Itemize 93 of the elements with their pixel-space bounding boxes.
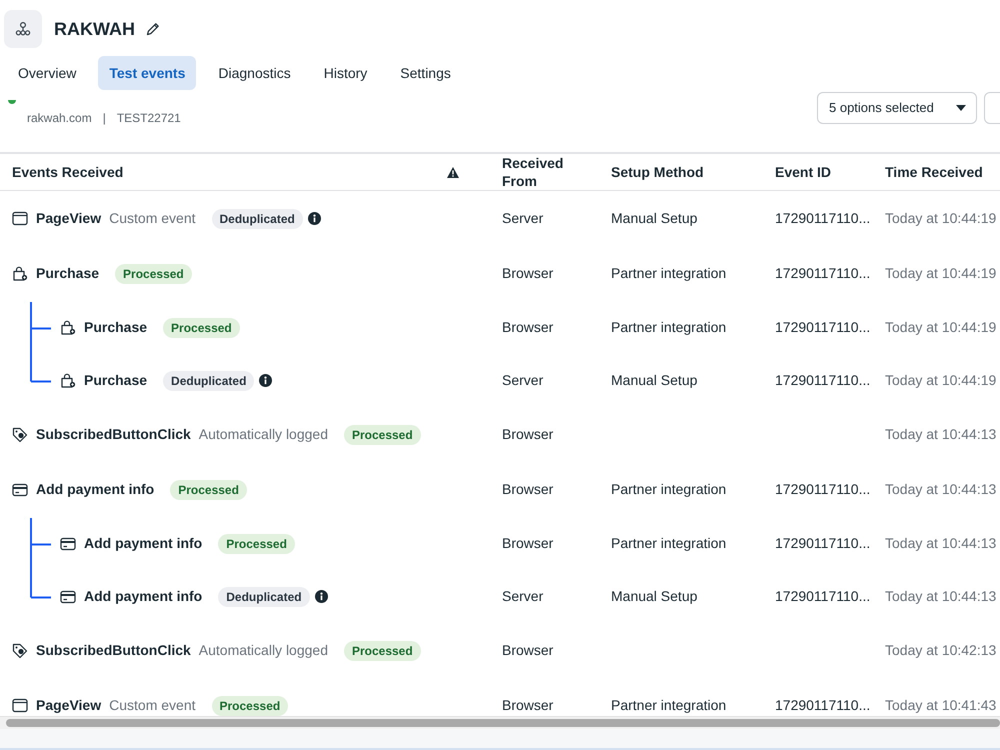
info-icon xyxy=(308,212,321,225)
event-name: Add payment info xyxy=(36,480,154,499)
status-badge: Processed xyxy=(212,696,288,716)
status-badge: Processed xyxy=(218,534,295,554)
table-cell: 17290117110... xyxy=(775,372,870,388)
status-badge: Deduplicated xyxy=(218,586,310,606)
column-header: Events Received xyxy=(12,163,124,181)
credit-card-icon xyxy=(12,482,28,498)
table-cell: Server xyxy=(502,210,544,226)
event-name: SubscribedButtonClick xyxy=(36,425,191,444)
status-badge: Processed xyxy=(344,640,421,660)
test-code: TEST22721 xyxy=(116,110,181,126)
shopping-bag-icon xyxy=(12,266,28,282)
event-name: Add payment info xyxy=(84,534,202,553)
status-badge: Deduplicated xyxy=(163,370,254,390)
scrollbar-thumb[interactable] xyxy=(6,719,1000,727)
status-badge: Processed xyxy=(115,264,192,284)
table-cell: Browser xyxy=(502,318,554,334)
event-name: Add payment info xyxy=(84,587,202,606)
table-cell: Browser xyxy=(502,426,554,442)
event-name: Purchase xyxy=(84,318,148,337)
event-name: Purchase xyxy=(36,264,100,283)
table-cell: Partner integration xyxy=(611,264,726,280)
table-cell: Today at 10:44:13 xyxy=(885,480,996,496)
network-icon xyxy=(4,10,42,48)
table-cell: Browser xyxy=(502,264,554,280)
event-type-label: Automatically logged xyxy=(198,641,328,660)
tag-icon xyxy=(12,642,28,658)
table-cell: Partner integration xyxy=(611,696,726,712)
table-cell: Browser xyxy=(502,696,554,712)
table-cell: Today at 10:44:13 xyxy=(885,534,996,550)
table-cell: 17290117110... xyxy=(775,534,870,550)
event-type-label: Custom event xyxy=(109,209,196,228)
table-cell: Partner integration xyxy=(611,480,726,496)
table-cell: Browser xyxy=(502,642,554,658)
table-cell: Partner integration xyxy=(611,534,726,550)
table-cell: Manual Setup xyxy=(611,372,698,388)
table-cell: Today at 10:44:19 xyxy=(885,264,996,280)
table-cell: Today at 10:44:19 xyxy=(885,372,996,388)
table-cell: 17290117110... xyxy=(775,318,870,334)
column-header: Event ID xyxy=(775,163,832,181)
browser-window-icon xyxy=(12,698,28,714)
table-cell: Today at 10:44:19 xyxy=(885,318,996,334)
event-name: PageView xyxy=(36,696,102,715)
separator-text: | xyxy=(102,110,106,126)
status-badge: Deduplicated xyxy=(212,208,303,228)
table-cell: Browser xyxy=(502,534,554,550)
info-icon xyxy=(259,374,272,387)
shopping-bag-icon xyxy=(60,320,76,336)
column-header: Received From xyxy=(502,154,564,190)
filter-dropdown[interactable]: 5 options selected xyxy=(817,92,977,124)
event-type-label: Custom event xyxy=(109,696,196,715)
event-name: PageView xyxy=(36,209,102,228)
event-name: SubscribedButtonClick xyxy=(36,641,191,660)
tab[interactable]: Overview xyxy=(7,56,88,90)
tab[interactable]: Settings xyxy=(389,56,462,90)
table-cell: Today at 10:41:43 xyxy=(885,696,996,712)
status-badge: Processed xyxy=(344,424,421,444)
table-cell: Server xyxy=(502,588,544,604)
site-domain: rakwah.com xyxy=(27,110,92,126)
table-cell: Today at 10:44:13 xyxy=(885,588,996,604)
table-cell: Today at 10:44:19 xyxy=(885,210,996,226)
column-header: Setup Method xyxy=(611,163,704,181)
shopping-bag-icon xyxy=(60,372,76,388)
info-icon xyxy=(314,590,328,603)
tag-icon xyxy=(12,426,28,442)
page-title: RAKWAH xyxy=(54,20,135,38)
table-cell: Partner integration xyxy=(611,318,726,334)
tab[interactable]: History xyxy=(312,56,378,90)
credit-card-icon xyxy=(60,536,76,552)
table-cell: 17290117110... xyxy=(775,588,870,604)
table-cell: 17290117110... xyxy=(775,696,870,712)
event-type-label: Automatically logged xyxy=(198,425,328,444)
warning-icon xyxy=(447,166,459,178)
table-cell: Today at 10:44:13 xyxy=(885,426,996,442)
event-name: Purchase xyxy=(84,371,148,390)
table-cell: 17290117110... xyxy=(775,264,870,280)
column-header: Time Received xyxy=(885,163,983,181)
tab[interactable]: Test events xyxy=(98,56,196,90)
tab[interactable]: Diagnostics xyxy=(207,56,302,90)
table-cell: 17290117110... xyxy=(775,480,870,496)
status-badge: Processed xyxy=(163,318,240,338)
browser-window-icon xyxy=(12,210,28,226)
table-cell: Browser xyxy=(502,480,554,496)
caret-icon xyxy=(956,105,966,111)
table-cell: Today at 10:42:13 xyxy=(885,642,996,658)
table-cell: Manual Setup xyxy=(611,588,698,604)
table-cell: Manual Setup xyxy=(611,210,698,226)
credit-card-icon xyxy=(60,588,76,604)
pencil-icon xyxy=(146,22,160,36)
status-badge: Processed xyxy=(170,480,247,500)
table-cell: 17290117110... xyxy=(775,210,870,226)
table-cell: Server xyxy=(502,372,544,388)
